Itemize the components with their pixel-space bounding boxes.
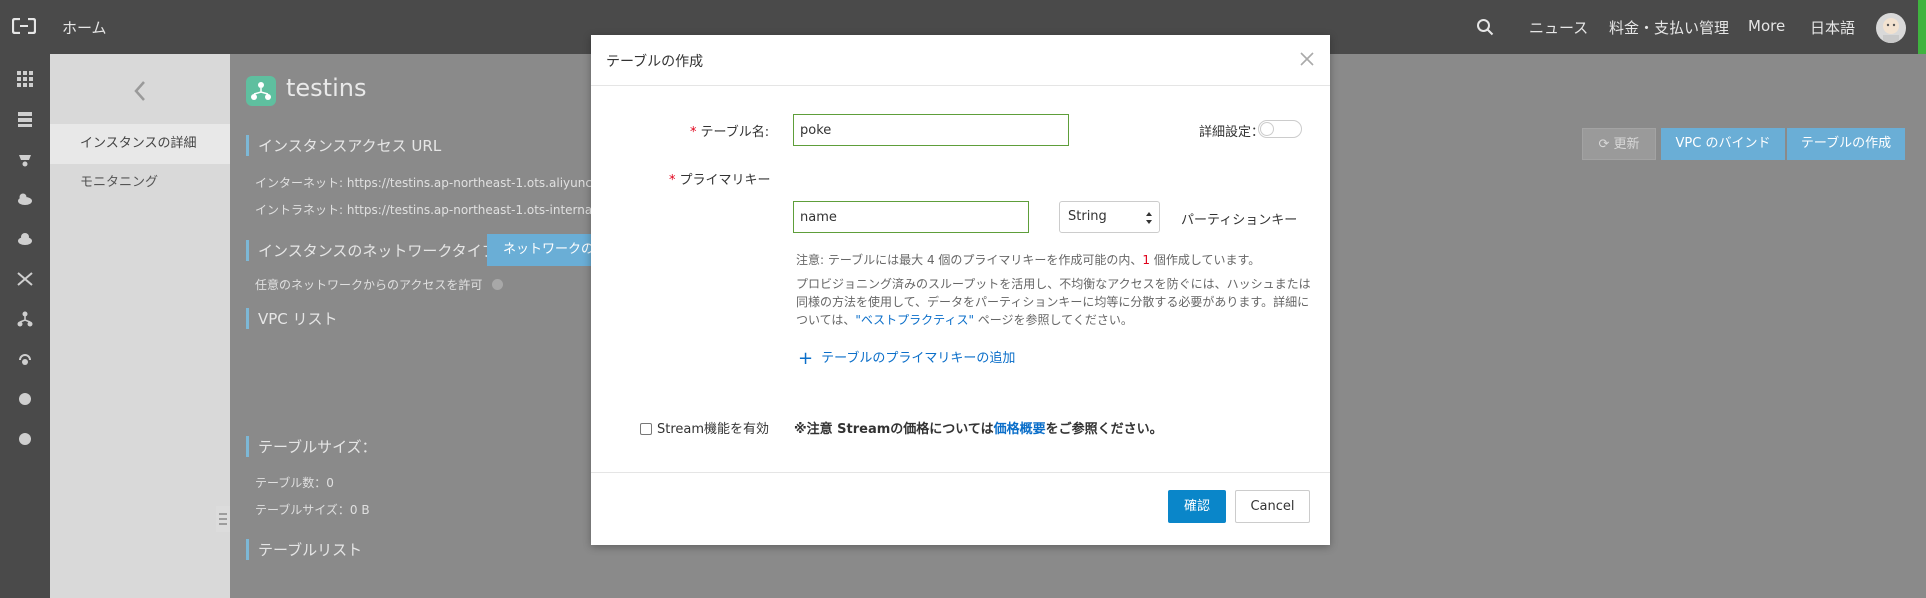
network-type-header: インスタンスのネットワークタイプ (246, 240, 497, 261)
nav-more[interactable]: More (1748, 17, 1785, 35)
collapse-sidebar-handle[interactable] (216, 506, 230, 532)
network-icon[interactable] (16, 150, 34, 168)
toggle-knob (1260, 122, 1274, 136)
page-title: testins (286, 74, 367, 102)
home-link[interactable]: ホーム (62, 17, 107, 38)
select-arrows-icon (1146, 212, 1152, 224)
nav-billing[interactable]: 料金・支払い管理 (1609, 17, 1729, 38)
primary-key-type-value: String (1068, 209, 1107, 224)
primary-key-limit-note: 注意: テーブルには最大 4 個のプライマリキーを作成可能の内、1 個作成してい… (796, 251, 1316, 269)
confirm-button[interactable]: 確認 (1168, 490, 1226, 523)
partition-key-label: パーティションキー (1181, 213, 1298, 228)
network-type-tag[interactable]: ネットワークの (487, 234, 607, 266)
add-primary-key-label: テーブルのプライマリキーの追加 (821, 351, 1016, 366)
cloud-sync-icon[interactable] (16, 350, 34, 368)
vpc-bind-button[interactable]: VPC のバインド (1661, 128, 1785, 160)
partition-key-guidance: プロビジョニング済みのスループットを活用し、不均衡なアクセスを防ぐには、ハッシュ… (796, 275, 1316, 329)
table-name-label-text: テーブル名: (700, 125, 770, 140)
intranet-url: イントラネット: https://testins.ap-northeast-1.… (255, 203, 593, 217)
table-name-input[interactable] (793, 114, 1069, 146)
best-practice-link[interactable]: "ベストプラクティス" (855, 313, 974, 327)
help-icon[interactable] (492, 279, 504, 290)
primary-key-name-input[interactable] (793, 201, 1029, 233)
table-size-header: テーブルサイズ： (246, 436, 377, 457)
product-dot-icon-2[interactable] (16, 430, 34, 448)
subnav-instance-details[interactable]: インスタンスの詳細 (50, 124, 230, 164)
note-prefix: 注意: テーブルには最大 4 個のプライマリキーを作成可能の内、 (796, 253, 1143, 267)
note-count: 1 (1142, 253, 1151, 267)
user-avatar[interactable] (1876, 13, 1906, 43)
table-list-header: テーブルリスト (246, 539, 362, 560)
pricing-overview-link[interactable]: 価格概要 (994, 422, 1046, 437)
note-suffix: 個作成しています。 (1150, 253, 1261, 267)
create-table-dialog: テーブルの作成 *テーブル名: 詳細設定： *プライマリキー String パー… (591, 35, 1330, 545)
nav-language[interactable]: 日本語 (1810, 17, 1855, 38)
cloud-database-icon[interactable] (16, 190, 34, 208)
access-url-header: インスタンスアクセス URL (246, 135, 441, 156)
stream-label[interactable]: Stream機能を有効 (657, 418, 769, 437)
nav-news[interactable]: ニュース (1529, 17, 1588, 38)
cancel-button[interactable]: Cancel (1235, 490, 1310, 523)
stream-checkbox[interactable] (640, 423, 652, 435)
table-count: テーブル数：0 (255, 476, 334, 490)
network-access-label: 任意のネットワークからのアクセスを許可 (255, 278, 483, 292)
table-size: テーブルサイズ：0 B (255, 503, 370, 517)
dialog-footer-divider (591, 472, 1330, 473)
stream-note-suffix: をご参照ください。 (1045, 422, 1163, 437)
primary-key-type-select[interactable]: String (1059, 201, 1160, 233)
note-tail: ページを参照してください。 (973, 313, 1133, 327)
cloud-upload-icon[interactable] (16, 230, 34, 248)
search-icon[interactable] (1476, 18, 1494, 36)
add-primary-key-link[interactable]: + テーブルのプライマリキーの追加 (798, 347, 1015, 369)
stream-pricing-note: ※注意 Streamの価格については価格概要をご参照ください。 (794, 418, 1163, 437)
refresh-icon: ⟳ (1598, 137, 1614, 152)
network-access-text: 任意のネットワークからのアクセスを許可 (255, 276, 504, 293)
dialog-header: テーブルの作成 (591, 35, 1330, 86)
refresh-button-label: 更新 (1613, 137, 1640, 152)
close-icon[interactable] (1298, 50, 1316, 68)
product-sidebar (0, 54, 50, 598)
internet-url: インターネット: https://testins.ap-northeast-1.… (255, 176, 599, 190)
back-chevron-icon[interactable] (130, 76, 150, 106)
dialog-title: テーブルの作成 (606, 54, 704, 70)
stream-note-prefix: ※注意 Streamの価格については (794, 422, 994, 437)
advanced-settings-toggle[interactable] (1258, 120, 1302, 138)
vpc-list-header: VPC リスト (246, 308, 338, 329)
primary-key-label-text: プライマリキー (679, 173, 771, 188)
accent-strip (1918, 0, 1926, 54)
refresh-button[interactable]: ⟳ 更新 (1582, 128, 1656, 160)
server-icon[interactable] (16, 110, 34, 128)
table-store-icon (246, 76, 276, 106)
aliyun-logo-icon[interactable] (12, 18, 36, 34)
table-store-icon[interactable] (16, 310, 34, 328)
product-dot-icon[interactable] (16, 390, 34, 408)
primary-key-label: * プライマリキー (669, 173, 771, 188)
create-table-button[interactable]: テーブルの作成 (1787, 128, 1905, 160)
table-name-label: * テーブル名: (690, 125, 770, 140)
list-icon (219, 513, 227, 525)
plus-icon: + (798, 348, 814, 369)
avatar-face-icon (1883, 18, 1899, 43)
instance-subnav: インスタンスの詳細 モニタニング (50, 54, 230, 598)
shuffle-icon[interactable] (16, 270, 34, 288)
advanced-settings-label: 詳細設定： (1199, 125, 1265, 140)
grid-menu-icon[interactable] (16, 70, 34, 88)
subnav-monitoring[interactable]: モニタニング (50, 163, 230, 203)
